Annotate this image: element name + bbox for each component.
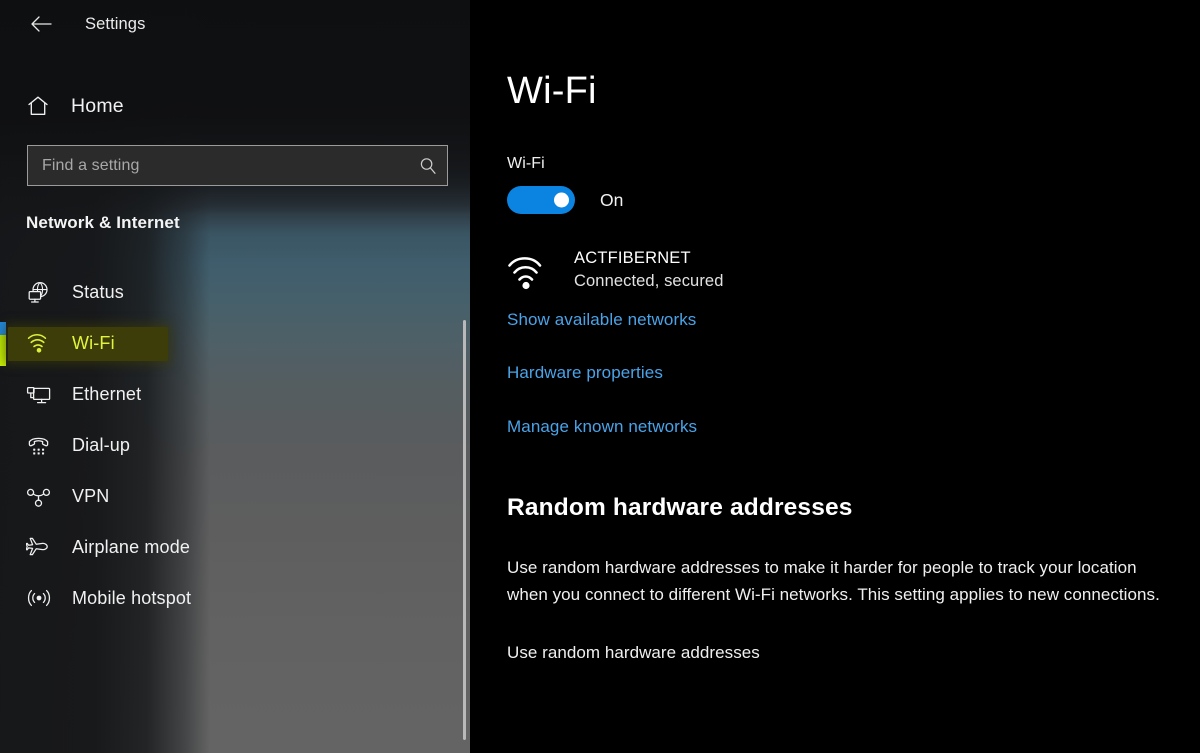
sidebar-item-airplane-mode-label: Airplane mode (72, 537, 191, 557)
mobile-hotspot-icon (26, 584, 56, 614)
sidebar-item-dialup-label: Dial-up (72, 435, 131, 455)
sidebar-item-wifi-label: Wi-Fi (72, 333, 115, 353)
sidebar-item-ethernet[interactable]: Ethernet (0, 369, 470, 420)
dialup-phone-icon (26, 431, 56, 461)
sidebar-item-ethernet-label: Ethernet (72, 384, 142, 404)
main-content: Wi-Fi Wi-Fi On ACTFIBERNET Connected, se… (470, 0, 1200, 753)
show-available-networks-link[interactable]: Show available networks (507, 310, 696, 330)
toggle-knob (554, 192, 569, 208)
vpn-icon (26, 482, 56, 512)
globe-status-icon (26, 278, 56, 308)
settings-window: Settings Home Find a setting Network & I… (0, 0, 1200, 753)
sidebar-item-vpn-label: VPN (72, 486, 110, 506)
use-random-hardware-addresses-label: Use random hardware addresses (507, 642, 760, 662)
sidebar-header: Settings (0, 0, 470, 48)
random-hardware-addresses-title: Random hardware addresses (507, 494, 853, 521)
sidebar-item-vpn[interactable]: VPN (0, 471, 470, 522)
connected-network-row[interactable]: ACTFIBERNET Connected, secured (507, 248, 1200, 297)
back-arrow-icon (31, 16, 52, 32)
sidebar-item-home[interactable]: Home (0, 86, 470, 126)
hardware-properties-link[interactable]: Hardware properties (507, 363, 663, 383)
page-title: Wi-Fi (507, 70, 597, 112)
network-name: ACTFIBERNET (574, 249, 691, 267)
back-button[interactable] (26, 9, 56, 39)
wifi-toggle-row: On (507, 186, 1200, 214)
home-icon (26, 94, 54, 118)
sidebar-item-status[interactable]: Status (0, 267, 470, 318)
window-title: Settings (85, 14, 146, 33)
sidebar-item-home-label: Home (71, 94, 124, 117)
wifi-signal-icon (507, 248, 559, 297)
manage-known-networks-link[interactable]: Manage known networks (507, 417, 697, 437)
sidebar-item-airplane-mode[interactable]: Airplane mode (0, 522, 470, 573)
random-hardware-addresses-description: Use random hardware addresses to make it… (507, 558, 1160, 604)
search-area (0, 145, 470, 186)
wifi-icon (26, 329, 56, 359)
network-status: Connected, secured (574, 271, 724, 290)
wifi-toggle-switch[interactable] (507, 186, 575, 214)
connected-network-text: ACTFIBERNET Connected, secured (574, 248, 723, 293)
wifi-toggle-state: On (600, 189, 624, 210)
wifi-toggle-label: Wi-Fi (507, 155, 545, 172)
search-icon[interactable] (409, 156, 447, 176)
airplane-icon (26, 533, 56, 563)
sidebar-item-mobile-hotspot-label: Mobile hotspot (72, 588, 192, 608)
search-box[interactable] (27, 145, 448, 186)
ethernet-icon (26, 380, 56, 410)
sidebar-item-wifi[interactable]: Wi-Fi (0, 318, 470, 369)
selection-accent-bar (0, 322, 6, 366)
sidebar-item-mobile-hotspot[interactable]: Mobile hotspot (0, 573, 470, 624)
category-title: Network & Internet (26, 213, 180, 232)
sidebar-nav-list: Status Wi-Fi Ethernet Dial-up VPN Airpla… (0, 267, 470, 624)
sidebar: Settings Home Find a setting Network & I… (0, 0, 470, 753)
sidebar-item-status-label: Status (72, 282, 124, 302)
search-input[interactable] (28, 156, 409, 175)
sidebar-scrollbar[interactable] (463, 320, 466, 740)
sidebar-item-dialup[interactable]: Dial-up (0, 420, 470, 471)
